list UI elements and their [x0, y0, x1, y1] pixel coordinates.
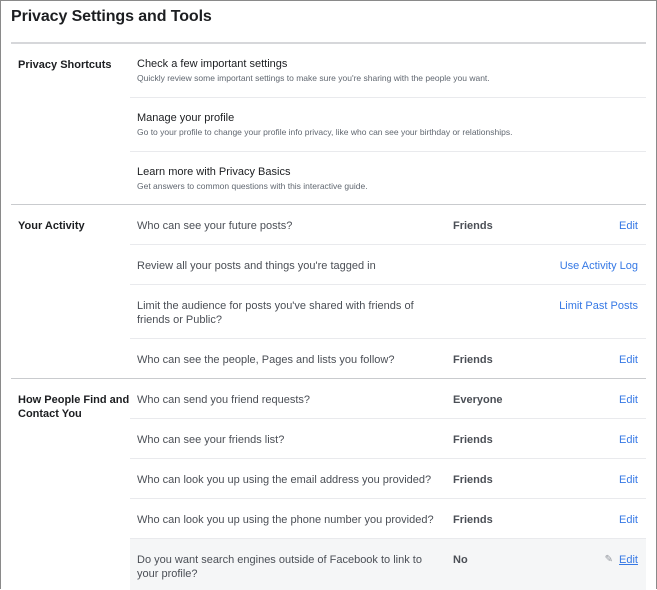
- edit-button[interactable]: Edit: [553, 473, 646, 487]
- setting-value: Everyone: [453, 394, 503, 406]
- find-contact-rows: Who can send you friend requests? Everyo…: [130, 379, 646, 590]
- settings-sections: Privacy Shortcuts Check a few important …: [11, 44, 646, 590]
- setting-row: Who can see the people, Pages and lists …: [130, 339, 646, 378]
- shortcut-title[interactable]: Check a few important settings: [137, 57, 646, 71]
- setting-question: Who can see your friends list?: [137, 434, 285, 446]
- setting-question: Limit the audience for posts you've shar…: [137, 300, 414, 326]
- setting-question: Who can look you up using the phone numb…: [137, 514, 434, 526]
- setting-row: Who can look you up using the email addr…: [130, 459, 646, 499]
- shortcut-check-settings[interactable]: Check a few important settings Quickly r…: [130, 44, 646, 98]
- setting-question: Do you want search engines outside of Fa…: [137, 554, 422, 580]
- setting-row: Review all your posts and things you're …: [130, 245, 646, 285]
- setting-question: Who can see the people, Pages and lists …: [137, 354, 395, 366]
- setting-value: Friends: [453, 514, 493, 526]
- setting-value: Friends: [453, 434, 493, 446]
- setting-value: Friends: [453, 474, 493, 486]
- setting-row: Who can see your future posts? Friends E…: [130, 205, 646, 245]
- pencil-icon: ✎: [604, 554, 614, 565]
- section-label: How People Find and Contact You: [18, 394, 130, 420]
- limit-past-posts-button[interactable]: Limit Past Posts: [553, 299, 646, 313]
- use-activity-log-button[interactable]: Use Activity Log: [553, 259, 646, 273]
- edit-button[interactable]: Edit: [553, 353, 646, 367]
- edit-link[interactable]: Edit: [619, 554, 638, 566]
- setting-row: Who can see your friends list? Friends E…: [130, 419, 646, 459]
- shortcut-title[interactable]: Manage your profile: [137, 111, 646, 125]
- activity-rows: Who can see your future posts? Friends E…: [130, 205, 646, 378]
- setting-value: Friends: [453, 354, 493, 366]
- edit-button[interactable]: ✎ Edit: [553, 553, 646, 567]
- edit-link[interactable]: Edit: [619, 474, 638, 486]
- edit-link[interactable]: Edit: [619, 394, 638, 406]
- setting-question: Who can send you friend requests?: [137, 394, 311, 406]
- shortcut-title[interactable]: Learn more with Privacy Basics: [137, 165, 646, 179]
- shortcut-list: Check a few important settings Quickly r…: [130, 44, 646, 204]
- edit-button[interactable]: Edit: [553, 513, 646, 527]
- section-label: Privacy Shortcuts: [18, 59, 112, 71]
- setting-question: Review all your posts and things you're …: [137, 260, 376, 272]
- setting-question: Who can see your future posts?: [137, 220, 293, 232]
- setting-value: Friends: [453, 220, 493, 232]
- shortcut-privacy-basics[interactable]: Learn more with Privacy Basics Get answe…: [130, 152, 646, 204]
- edit-button[interactable]: Edit: [553, 219, 646, 233]
- edit-button[interactable]: Edit: [553, 433, 646, 447]
- section-label: Your Activity: [18, 220, 85, 232]
- shortcut-description: Get answers to common questions with thi…: [137, 181, 368, 191]
- edit-link[interactable]: Edit: [619, 220, 638, 232]
- section-find-and-contact: How People Find and Contact You Who can …: [11, 379, 646, 590]
- shortcut-description: Quickly review some important settings t…: [137, 73, 490, 83]
- page-title: Privacy Settings and Tools: [11, 8, 212, 25]
- edit-link[interactable]: Edit: [619, 434, 638, 446]
- setting-question: Who can look you up using the email addr…: [137, 474, 432, 486]
- edit-link[interactable]: Edit: [619, 354, 638, 366]
- limit-past-posts-link[interactable]: Limit Past Posts: [559, 300, 638, 312]
- setting-row: Limit the audience for posts you've shar…: [130, 285, 646, 339]
- shortcut-manage-profile[interactable]: Manage your profile Go to your profile t…: [130, 98, 646, 152]
- shortcut-description: Go to your profile to change your profil…: [137, 127, 513, 137]
- edit-link[interactable]: Edit: [619, 514, 638, 526]
- section-privacy-shortcuts: Privacy Shortcuts Check a few important …: [11, 44, 646, 205]
- edit-button[interactable]: Edit: [553, 393, 646, 407]
- setting-row: Who can look you up using the phone numb…: [130, 499, 646, 539]
- setting-value: No: [453, 554, 468, 566]
- setting-row: Who can send you friend requests? Everyo…: [130, 379, 646, 419]
- section-your-activity: Your Activity Who can see your future po…: [11, 205, 646, 379]
- setting-row-hovered[interactable]: Do you want search engines outside of Fa…: [130, 539, 646, 590]
- activity-log-link[interactable]: Use Activity Log: [560, 260, 638, 272]
